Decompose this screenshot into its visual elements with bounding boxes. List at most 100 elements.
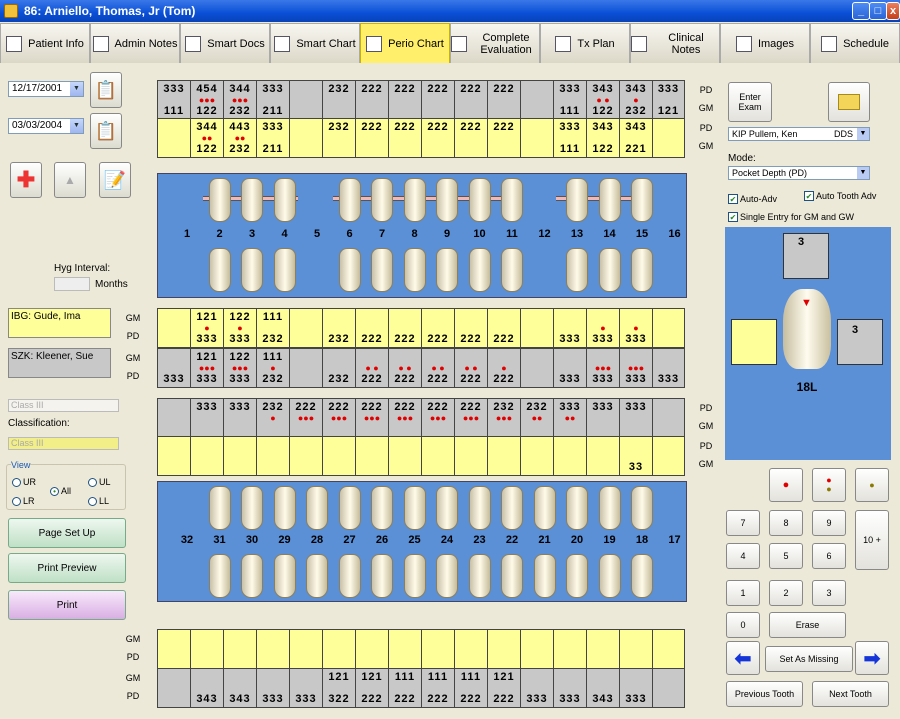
tab-complete-evaluation[interactable]: Complete Evaluation [450,23,540,63]
tooth-9-lingual[interactable] [436,248,458,292]
next-tooth-button[interactable]: Next Tooth [812,681,889,707]
tooth-cell[interactable] [652,629,685,669]
tooth-cell[interactable] [157,436,190,476]
tooth-21-lingual[interactable] [533,554,556,598]
tab-admin-notes[interactable]: Admin Notes [90,23,180,63]
tooth-cell[interactable]: 121 222 [355,668,388,708]
add-exam-button[interactable]: ✚ [10,162,42,198]
print-preview-button[interactable]: Print Preview [8,553,126,583]
tooth-25-crown[interactable] [403,486,426,530]
view-radio-ll[interactable]: LL [88,496,109,506]
tooth-cell[interactable]: 222 [487,80,520,120]
szk-note[interactable]: SZK: Kleener, Sue [8,348,111,378]
tab-schedule[interactable]: Schedule [810,23,900,63]
tooth-cell[interactable]: 333 211 [256,118,289,158]
tooth-cell[interactable]: 333 [223,398,256,438]
tooth-cell[interactable]: 232 [322,308,355,348]
tooth-cell[interactable]: 333 [157,348,190,388]
tooth-cell[interactable]: ●●● 333 [619,348,652,388]
tooth-13-lingual[interactable] [566,248,588,292]
tooth-cell[interactable] [652,118,685,158]
tooth-cell[interactable]: 33 [619,436,652,476]
tooth-6-crown[interactable] [338,178,361,222]
prev-arrow-button[interactable]: ⬅ [726,641,760,675]
tooth-31-crown[interactable] [208,486,231,530]
single-entry-checkbox[interactable]: ✔ Single Entry for GM and GW [728,212,854,222]
tooth-cell[interactable]: 222 [421,308,454,348]
tooth-8-lingual[interactable] [403,248,426,292]
tooth-cell[interactable]: 333 [190,398,223,438]
tooth-cell[interactable]: 333 [586,398,619,438]
tooth-cell[interactable] [322,436,355,476]
tooth-cell[interactable]: 121 ●●● 333 [190,348,223,388]
tooth-4-crown[interactable] [273,178,296,222]
tooth-cell[interactable]: 111 232 [256,308,289,348]
tooth-cell[interactable] [355,629,388,669]
key-3[interactable]: 3 [812,580,846,606]
tooth-cell[interactable]: 111 222 [388,668,421,708]
tooth-cell[interactable]: 222 ●●● [289,398,322,438]
tooth-cell[interactable]: 344 ●●● 232 [223,80,256,120]
tooth-4-lingual[interactable] [273,248,296,292]
tooth-cell[interactable] [520,348,553,388]
enter-exam-button[interactable]: Enter Exam [728,82,772,122]
tooth-cell[interactable] [454,629,487,669]
tooth-24-lingual[interactable] [436,554,458,598]
tooth-cell[interactable] [388,629,421,669]
tab-images[interactable]: Images [720,23,810,63]
tooth-cell[interactable] [157,629,190,669]
tooth-cell[interactable] [355,436,388,476]
tooth-cell[interactable]: 232 [322,348,355,388]
previous-tooth-button[interactable]: Previous Tooth [726,681,803,707]
tooth-15-lingual[interactable] [631,248,653,292]
tooth-cell[interactable]: 222 [355,80,388,120]
tooth-30-lingual[interactable] [241,554,263,598]
tooth-cell[interactable]: 232 ●●● [487,398,520,438]
key-0[interactable]: 0 [726,612,760,638]
tooth-cell[interactable] [487,629,520,669]
tooth-10-crown[interactable] [468,178,491,222]
folder-button[interactable] [828,82,870,122]
tooth-cell[interactable]: 222 [454,118,487,158]
tab-smart-chart[interactable]: Smart Chart [270,23,360,63]
bleeding-suppuration-button[interactable]: ● ● [812,468,846,502]
close-button[interactable]: x [886,2,900,20]
tooth-cell[interactable] [487,436,520,476]
tooth-10-lingual[interactable] [468,248,491,292]
tab-perio-chart[interactable]: Perio Chart [360,23,450,63]
tooth-cell[interactable] [520,118,553,158]
tooth-cell[interactable] [256,629,289,669]
tooth-18-lingual[interactable] [631,554,653,598]
tooth-cell[interactable] [520,436,553,476]
key-9[interactable]: 9 [812,510,846,536]
tooth-cell[interactable] [652,308,685,348]
tooth-31-lingual[interactable] [208,554,231,598]
upper-teeth-panel[interactable]: 1 2 3 4 5 6 7 8 9 10 11 12 13 14 15 16 [157,173,687,298]
exam-date-select-1[interactable]: 12/17/2001 ▼ [8,81,84,97]
tooth-cell[interactable]: ● 333 [619,308,652,348]
tooth-cell[interactable] [652,668,685,708]
tooth-cell[interactable] [652,398,685,438]
tooth-cell[interactable]: 344 ●● 122 [190,118,223,158]
tooth-cell[interactable]: 343 221 [619,118,652,158]
tooth-cell[interactable]: 333 ●● [553,398,586,438]
tooth-cell[interactable]: 121 ● 333 [190,308,223,348]
tooth-cell[interactable]: 111 222 [454,668,487,708]
tooth-cell[interactable] [223,436,256,476]
tooth-14-lingual[interactable] [598,248,621,292]
tooth-cell[interactable] [520,629,553,669]
tooth-cell[interactable]: 122 ● 333 [223,308,256,348]
tooth-cell[interactable] [289,80,322,120]
tooth-cell[interactable]: 333 [289,668,322,708]
tooth-29-lingual[interactable] [273,554,296,598]
tooth-cell[interactable]: 333 111 [553,118,586,158]
tooth-cell[interactable]: 121 222 [487,668,520,708]
auto-tooth-adv-checkbox[interactable]: ✔ Auto Tooth Adv [804,191,876,201]
tooth-top-cell[interactable]: 3 [783,233,829,279]
tooth-22-lingual[interactable] [501,554,523,598]
tooth-20-crown[interactable] [566,486,588,530]
tooth-21-crown[interactable] [533,486,556,530]
tooth-cell[interactable] [256,436,289,476]
tooth-cell[interactable]: 111 ● 232 [256,348,289,388]
tooth-cell[interactable]: 333 [652,348,685,388]
